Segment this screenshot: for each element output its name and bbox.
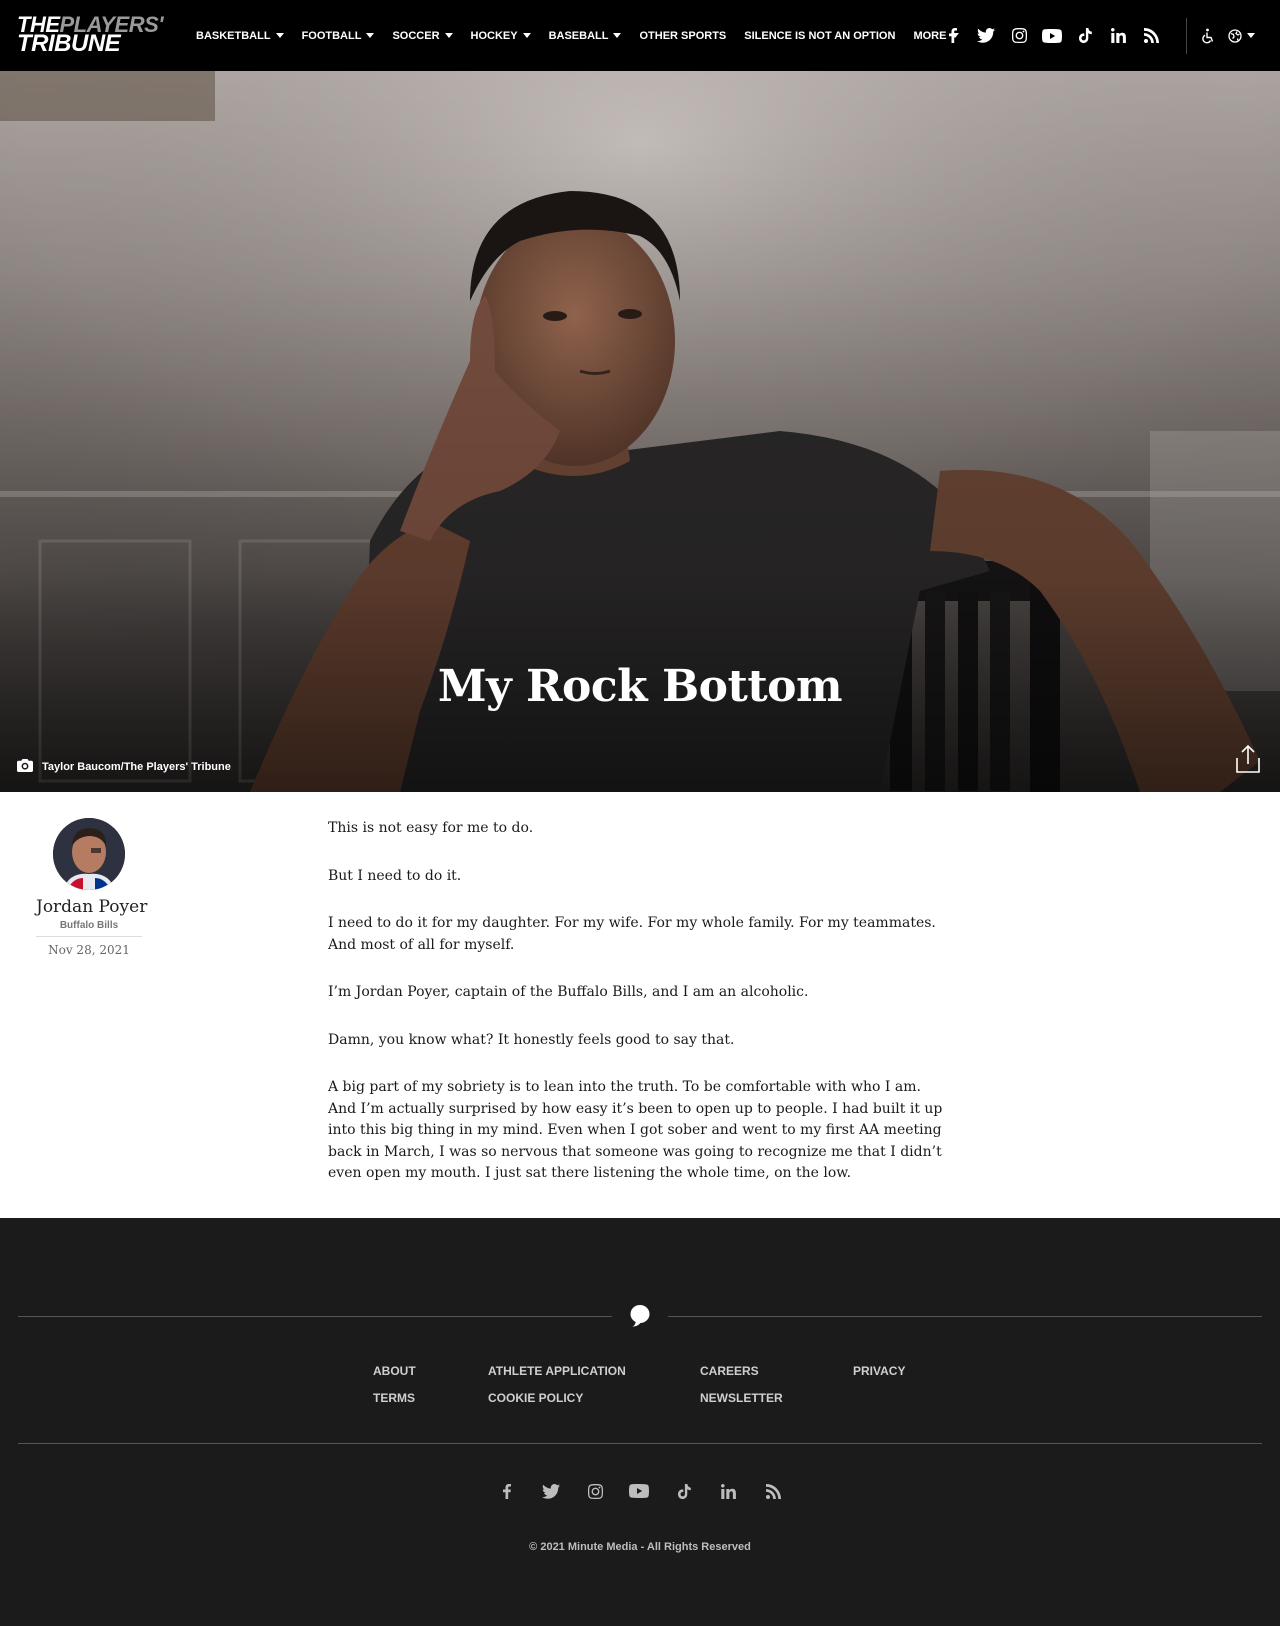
nav-item-hockey[interactable]: HOCKEY — [471, 30, 531, 42]
article-paragraph: But I need to do it. — [328, 867, 462, 884]
nav-item-soccer[interactable]: SOCCER — [392, 29, 453, 42]
linkedin-icon[interactable] — [1107, 25, 1129, 47]
tiktok-icon[interactable] — [1074, 25, 1096, 47]
copyright-text: © 2021 Minute Media - All Rights Reserve… — [529, 1541, 751, 1553]
twitter-icon[interactable] — [975, 25, 997, 47]
author-byline: Jordan Poyer Buffalo Bills Nov 28, 2021 — [36, 818, 147, 957]
footer-link-cookie-policy[interactable]: COOKIE POLICY — [488, 1391, 583, 1405]
top-navigation: THEPLAYERS' TRIBUNE BASKETBALL FOOTBALL … — [0, 0, 1280, 71]
caret-down-icon — [522, 33, 531, 38]
twitter-icon[interactable] — [540, 1480, 562, 1502]
footer-link-about[interactable]: ABOUT — [373, 1364, 416, 1378]
nav-item-label: FOOTBALL — [301, 29, 362, 42]
article-body: This is not easy for me to do. But I nee… — [328, 818, 948, 1211]
author-team: Buffalo Bills — [36, 920, 142, 937]
caret-down-icon — [275, 33, 284, 38]
nav-item-baseball[interactable]: BASEBALL — [549, 30, 622, 42]
nav-item-basketball[interactable]: BASKETBALL — [196, 30, 284, 42]
nav-divider — [1186, 18, 1187, 54]
rss-icon[interactable] — [1140, 25, 1162, 47]
nav-item-label: SILENCE IS NOT AN OPTION — [744, 29, 896, 42]
footer-link-athlete-application[interactable]: ATHLETE APPLICATION — [488, 1364, 626, 1378]
rss-icon[interactable] — [762, 1480, 784, 1502]
photo-credit-text: Taylor Baucom/The Players' Tribune — [42, 761, 231, 773]
publish-date: Nov 28, 2021 — [48, 943, 130, 957]
caret-down-icon — [366, 33, 375, 38]
article-paragraph: A big part of my sobriety is to lean int… — [328, 1079, 943, 1181]
footer-link-newsletter[interactable]: NEWSLETTER — [700, 1391, 783, 1405]
facebook-icon[interactable] — [942, 25, 964, 47]
accessibility-icon[interactable] — [1200, 28, 1214, 44]
nav-item-label: HOCKEY — [470, 29, 518, 42]
footer-link-careers[interactable]: CAREERS — [700, 1364, 759, 1378]
photo-credit: Taylor Baucom/The Players' Tribune — [17, 759, 231, 775]
camera-icon — [17, 759, 33, 775]
caret-down-icon — [613, 33, 622, 38]
article-title: My Rock Bottom — [437, 661, 843, 712]
facebook-icon[interactable] — [496, 1480, 518, 1502]
share-icon[interactable] — [1234, 744, 1262, 779]
nav-item-label: SOCCER — [392, 29, 440, 42]
article-paragraph: This is not easy for me to do. — [328, 820, 534, 836]
footer-link-privacy[interactable]: PRIVACY — [853, 1364, 905, 1378]
nav-item-label: BASEBALL — [548, 29, 609, 42]
hero-image: My Rock Bottom Taylor Baucom/The Players… — [0, 71, 1280, 792]
youtube-icon[interactable] — [1041, 25, 1063, 47]
author-name[interactable]: Jordan Poyer — [36, 897, 147, 917]
author-avatar[interactable] — [53, 818, 125, 890]
nav-item-label: BASKETBALL — [196, 29, 271, 42]
footer-divider — [18, 1316, 612, 1317]
linkedin-icon[interactable] — [717, 1480, 739, 1502]
header-social-links — [931, 0, 1162, 71]
caret-down-icon — [444, 33, 453, 38]
players-tribune-logo[interactable]: THEPLAYERS' TRIBUNE — [17, 14, 179, 57]
nav-item-football[interactable]: FOOTBALL — [302, 30, 375, 42]
article-paragraph: Damn, you know what? It honestly feels g… — [328, 1031, 735, 1048]
language-caret-icon — [1247, 33, 1255, 38]
instagram-icon[interactable] — [584, 1480, 606, 1502]
youtube-icon[interactable] — [628, 1480, 650, 1502]
site-footer: ABOUT TERMS ATHLETE APPLICATION COOKIE P… — [0, 1218, 1280, 1626]
article-paragraph: I’m Jordan Poyer, captain of the Buffalo… — [328, 984, 809, 1000]
article-section: Jordan Poyer Buffalo Bills Nov 28, 2021 … — [0, 792, 1280, 1218]
nav-item-silence-is-not-an-option[interactable]: SILENCE IS NOT AN OPTION — [744, 30, 895, 42]
instagram-icon[interactable] — [1008, 25, 1030, 47]
footer-link-terms[interactable]: TERMS — [373, 1391, 415, 1405]
footer-divider — [668, 1316, 1262, 1317]
nav-item-label: OTHER SPORTS — [639, 29, 727, 42]
article-paragraph: I need to do it for my daughter. For my … — [328, 915, 936, 953]
main-menu: BASKETBALL FOOTBALL SOCCER HOCKEY BASEBA… — [196, 0, 977, 71]
globe-icon[interactable] — [1228, 28, 1255, 43]
quote-mark-icon — [630, 1304, 650, 1333]
footer-divider — [18, 1443, 1262, 1444]
nav-item-other-sports[interactable]: OTHER SPORTS — [639, 30, 726, 42]
tiktok-icon[interactable] — [673, 1480, 695, 1502]
logo-tribune: TRIBUNE — [17, 30, 121, 57]
